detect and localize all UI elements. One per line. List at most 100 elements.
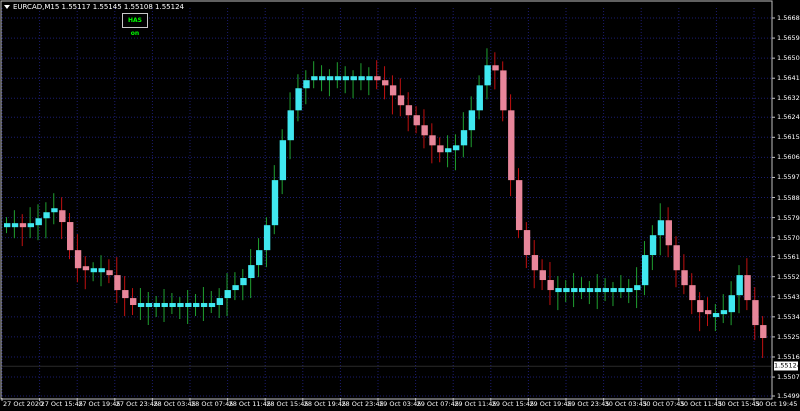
time-label: 30 Oct 19:45 bbox=[755, 400, 798, 408]
time-label: 27 Oct 2020 bbox=[3, 400, 44, 408]
time-label: 28 Oct 07:45 bbox=[191, 400, 234, 408]
ha-candle bbox=[374, 76, 381, 81]
ha-candle bbox=[114, 275, 121, 291]
ha-candle bbox=[90, 268, 98, 273]
ha-candle bbox=[728, 295, 735, 313]
ha-candle bbox=[35, 218, 42, 226]
ha-candle bbox=[98, 268, 105, 273]
has-toggle-button[interactable]: HAS on bbox=[122, 13, 148, 37]
dropdown-triangle-icon[interactable] bbox=[4, 5, 10, 9]
ha-candle bbox=[153, 303, 161, 308]
price-label: 1.55880 bbox=[777, 193, 800, 202]
ha-candle bbox=[200, 303, 208, 308]
ha-candle bbox=[342, 76, 350, 81]
price-label: 1.56685 bbox=[777, 14, 800, 22]
ha-candle bbox=[350, 76, 357, 81]
price-label: 1.55165 bbox=[777, 352, 800, 361]
price-chart[interactable] bbox=[0, 0, 800, 411]
ha-candle bbox=[508, 110, 515, 181]
ha-candle bbox=[452, 145, 460, 151]
ha-candle bbox=[295, 88, 302, 111]
time-label: 28 Oct 23:45 bbox=[341, 400, 384, 408]
ha-candle bbox=[421, 125, 428, 136]
ha-candle bbox=[445, 148, 452, 153]
ha-candle bbox=[760, 325, 767, 339]
ha-candle bbox=[712, 313, 720, 318]
ha-candle bbox=[657, 220, 665, 236]
ha-candle bbox=[232, 285, 239, 291]
ha-candle bbox=[476, 85, 483, 111]
ha-candle bbox=[216, 298, 224, 306]
price-label: 1.55790 bbox=[777, 213, 800, 222]
ha-candle bbox=[484, 65, 491, 86]
time-label: 27 Oct 23:45 bbox=[115, 400, 159, 408]
ha-candle bbox=[122, 290, 129, 299]
ha-candle bbox=[429, 135, 436, 146]
ha-candle bbox=[137, 303, 145, 308]
price-label: 1.56060 bbox=[777, 153, 800, 162]
ha-candle bbox=[311, 76, 318, 81]
ha-candle bbox=[602, 288, 609, 293]
ha-candle bbox=[208, 303, 216, 308]
ha-candle bbox=[358, 76, 365, 81]
time-label: 29 Oct 03:45 bbox=[379, 400, 422, 408]
ha-candle bbox=[59, 210, 66, 223]
ha-candle bbox=[19, 223, 27, 228]
ha-candle bbox=[697, 300, 704, 313]
ha-candle bbox=[563, 288, 570, 293]
ha-candle bbox=[594, 288, 602, 293]
time-label: 28 Oct 03:45 bbox=[153, 400, 196, 408]
ha-candle bbox=[618, 288, 625, 293]
ha-candle bbox=[51, 208, 58, 213]
chart-frame bbox=[0, 0, 773, 400]
time-label: 30 Oct 07:45 bbox=[642, 400, 685, 408]
ha-candle bbox=[689, 285, 696, 301]
price-label: 1.55345 bbox=[777, 312, 800, 321]
time-label: 29 Oct 15:45 bbox=[491, 400, 535, 408]
time-label: 27 Oct 19:45 bbox=[78, 400, 121, 408]
ha-candle bbox=[437, 145, 444, 153]
ha-candle bbox=[681, 270, 688, 286]
ha-candle bbox=[161, 303, 168, 308]
symbol-ohlc-text: EURCAD,M15 1.55117 1.55145 1.55108 1.551… bbox=[13, 3, 184, 11]
price-label: 1.55700 bbox=[777, 233, 800, 242]
ha-candle bbox=[248, 265, 255, 279]
ha-candle bbox=[460, 130, 468, 146]
time-label: 30 Oct 03:45 bbox=[604, 400, 647, 408]
ha-candle bbox=[256, 250, 263, 266]
price-label: 1.55970 bbox=[777, 173, 800, 182]
ha-candle bbox=[641, 255, 649, 286]
time-label: 27 Oct 15:45 bbox=[40, 400, 83, 408]
ha-candle bbox=[82, 266, 90, 271]
ha-candle bbox=[413, 115, 420, 126]
ha-candle bbox=[673, 245, 680, 271]
ha-candle bbox=[130, 298, 137, 306]
ha-candle bbox=[185, 303, 192, 308]
ha-candle bbox=[586, 288, 594, 293]
ha-candle bbox=[177, 303, 184, 308]
ha-candle bbox=[366, 76, 373, 81]
price-label: 1.55255 bbox=[777, 332, 800, 341]
ha-candle bbox=[578, 288, 586, 293]
time-label: 28 Oct 11:45 bbox=[228, 400, 271, 408]
ha-candle bbox=[11, 223, 19, 228]
current-price-label: 1.55124 bbox=[774, 361, 800, 371]
price-label: 1.54990 bbox=[777, 392, 800, 400]
ha-candle bbox=[405, 105, 413, 116]
ha-candle bbox=[397, 95, 405, 106]
ha-candle bbox=[626, 288, 633, 293]
time-label: 30 Oct 15:45 bbox=[717, 400, 760, 408]
price-label: 1.55615 bbox=[777, 252, 800, 261]
ha-candle bbox=[319, 76, 326, 81]
ha-candle bbox=[523, 230, 531, 256]
ha-candle bbox=[67, 222, 74, 251]
price-label: 1.56595 bbox=[777, 34, 800, 43]
ha-candle bbox=[704, 310, 712, 315]
time-label: 29 Oct 07:45 bbox=[416, 400, 459, 408]
time-label: 29 Oct 19:45 bbox=[529, 400, 572, 408]
ha-candle bbox=[389, 85, 397, 96]
price-label: 1.56325 bbox=[777, 94, 800, 103]
time-label: 28 Oct 15:45 bbox=[266, 400, 309, 408]
ha-candle bbox=[43, 212, 50, 219]
ha-candle bbox=[287, 110, 294, 141]
